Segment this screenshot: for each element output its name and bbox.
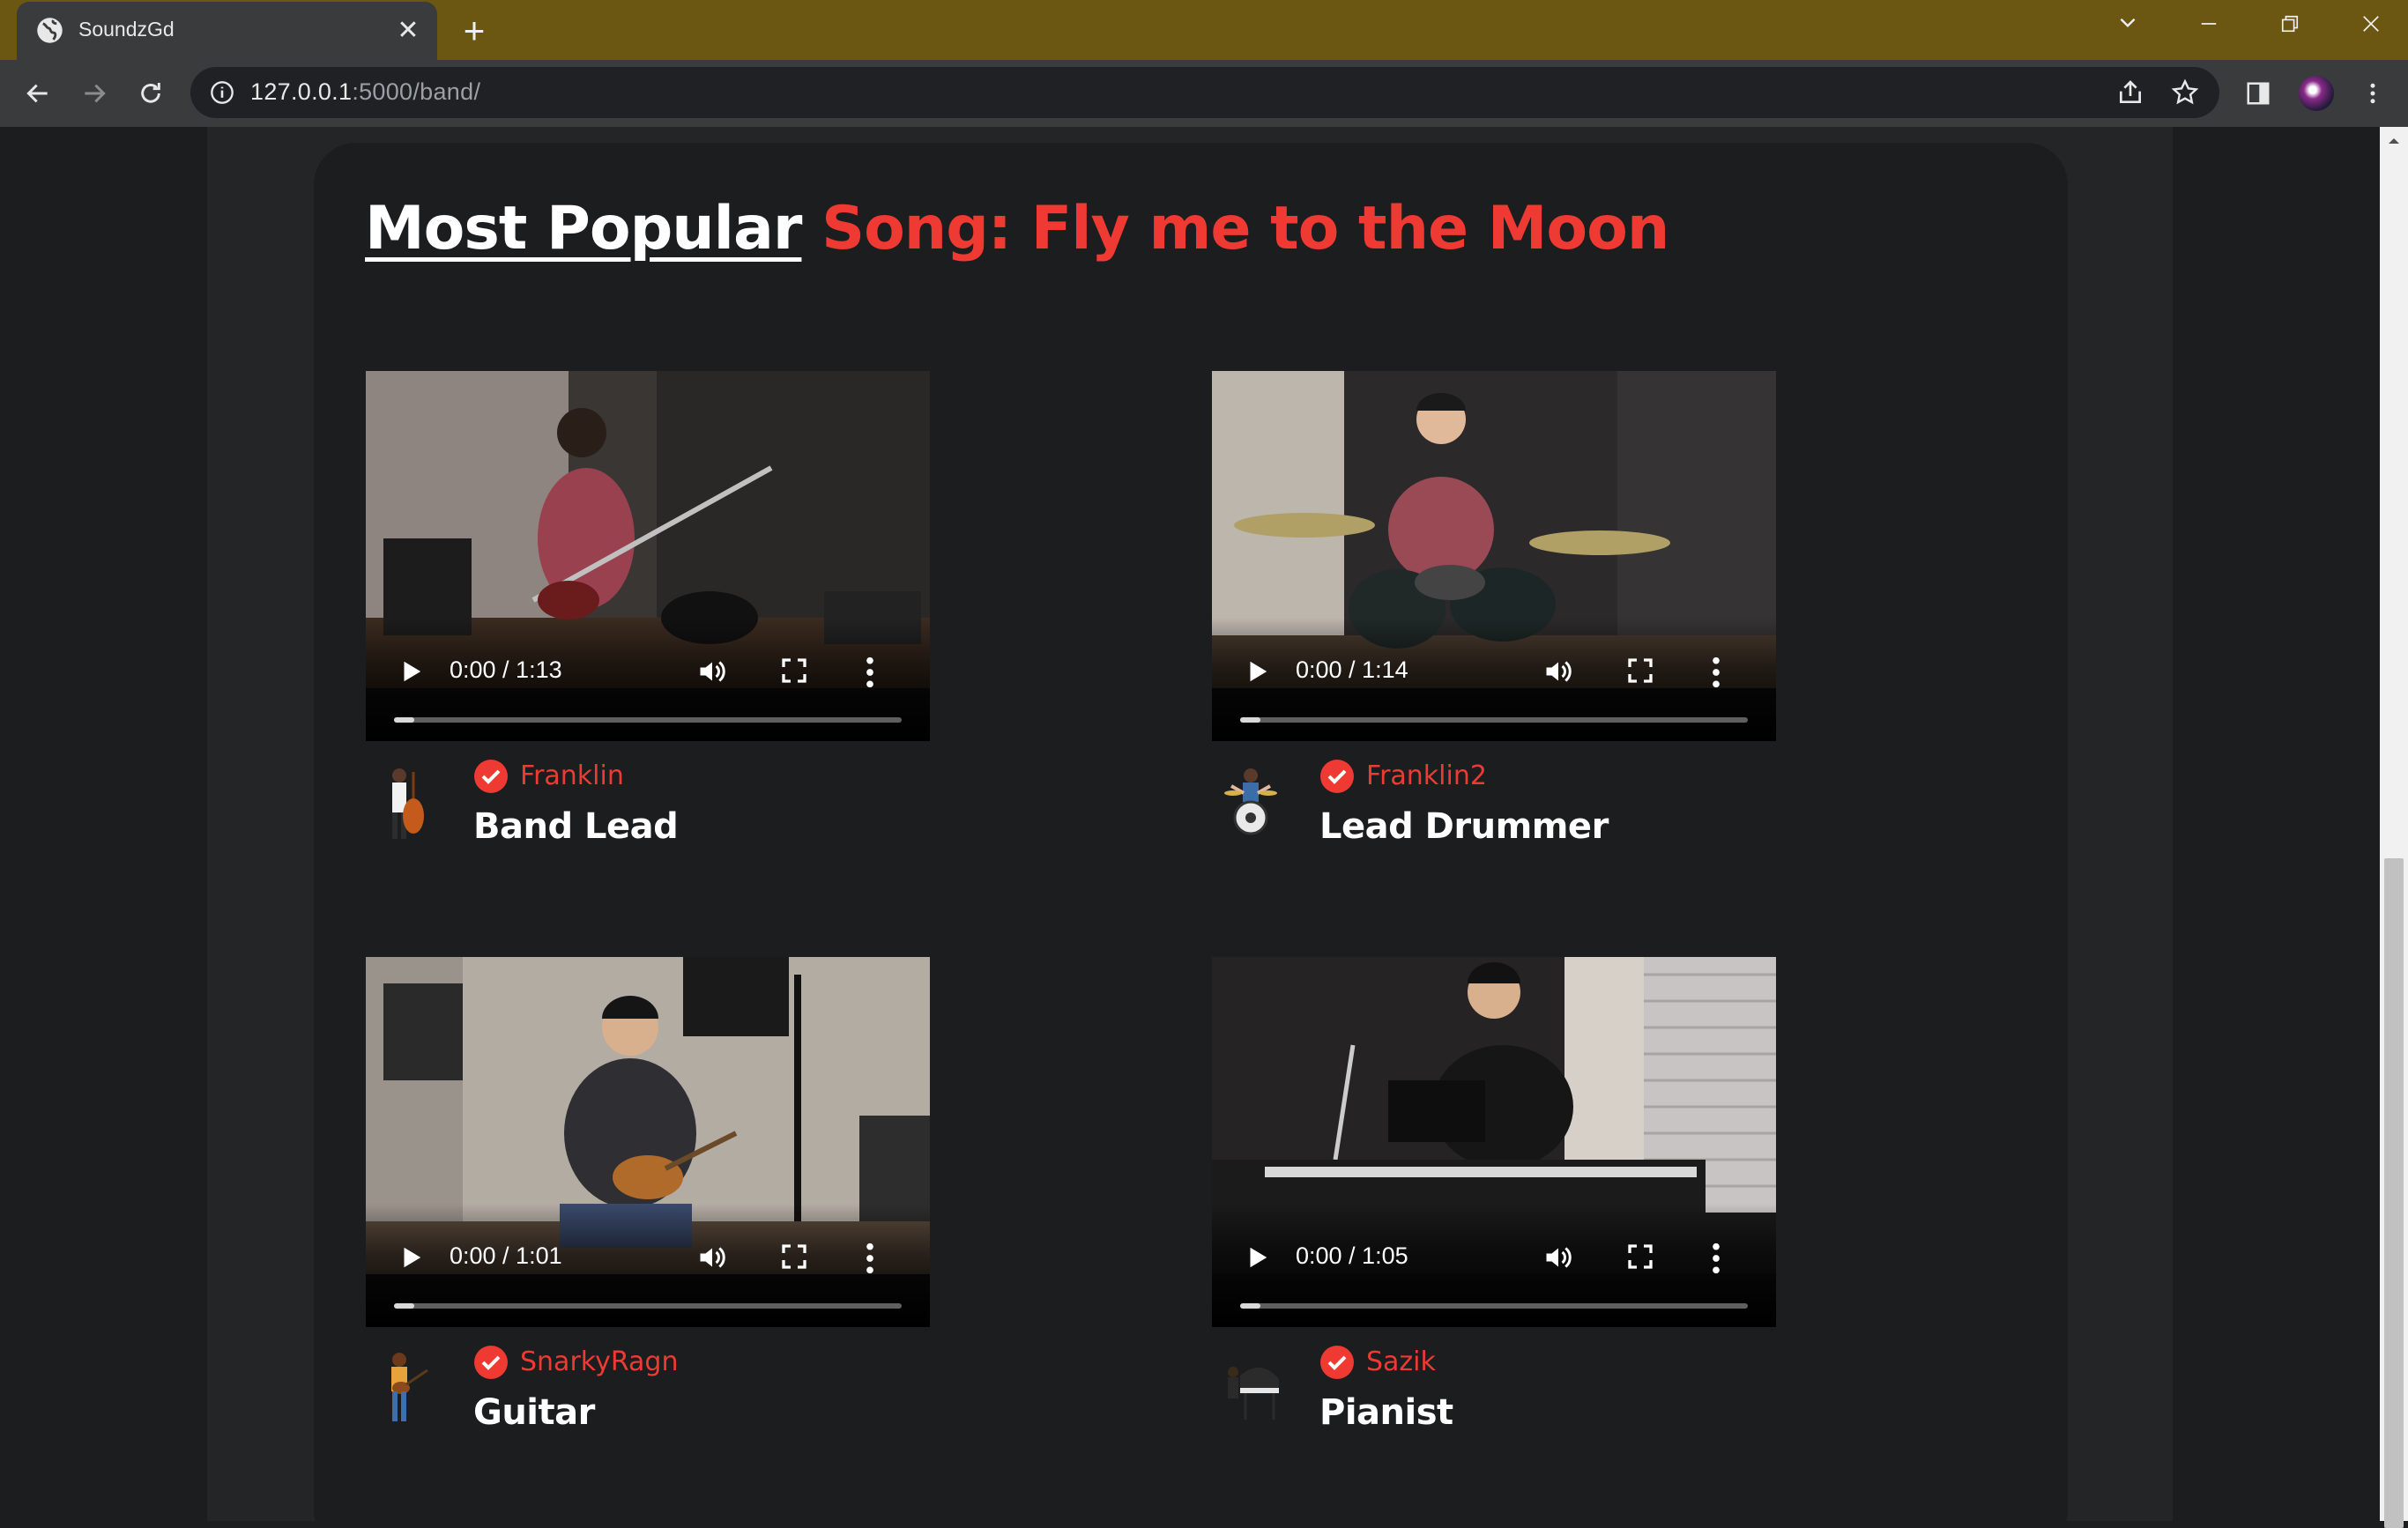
video-controls: 0:00 / 1:01 xyxy=(366,1204,930,1327)
new-tab-button[interactable]: + xyxy=(451,9,497,55)
scroll-thumb[interactable] xyxy=(2384,858,2404,1528)
video-player[interactable]: 0:00 / 1:05 xyxy=(1212,957,1776,1327)
verified-check-icon xyxy=(1320,760,1354,793)
fullscreen-icon[interactable] xyxy=(780,1242,808,1271)
member-role: Band Lead xyxy=(473,806,679,847)
volume-icon[interactable] xyxy=(696,1242,728,1273)
arrow-right-icon xyxy=(85,84,106,103)
url-text[interactable]: 127.0.0.1:5000/band/ xyxy=(250,78,480,106)
play-icon[interactable] xyxy=(398,658,424,685)
url-path: :5000/band/ xyxy=(352,78,481,105)
close-window-button[interactable] xyxy=(2330,0,2408,53)
video-time: 0:00 / 1:05 xyxy=(1296,1242,1408,1269)
profile-avatar[interactable] xyxy=(2293,70,2339,116)
double-bass-player-icon xyxy=(392,768,424,839)
side-panel-icon[interactable] xyxy=(2235,70,2281,116)
menu-kebab-icon[interactable] xyxy=(2350,70,2396,116)
heading-most-popular[interactable]: Most Popular xyxy=(365,194,802,263)
volume-icon[interactable] xyxy=(1542,1242,1574,1273)
progress-fill xyxy=(394,717,415,723)
video-progress-bar[interactable] xyxy=(394,1303,902,1309)
member-username[interactable]: Franklin2 xyxy=(1366,759,1487,794)
page-title: Most Popular Song: Fly me to the Moon xyxy=(365,194,1669,263)
progress-fill xyxy=(394,1303,415,1309)
page-scrollbar[interactable] xyxy=(2380,127,2408,1528)
fullscreen-icon[interactable] xyxy=(1626,656,1654,685)
scroll-up-arrow-icon[interactable] xyxy=(2387,134,2401,148)
video-player[interactable]: 0:00 / 1:14 xyxy=(1212,371,1776,741)
browser-titlebar: SoundzGd ✕ + xyxy=(0,0,2408,60)
bookmark-star-icon[interactable] xyxy=(2168,76,2202,109)
globe-icon xyxy=(37,18,63,43)
url-host: 127.0.0.1 xyxy=(250,78,353,105)
reload-button[interactable] xyxy=(128,70,174,116)
fullscreen-icon[interactable] xyxy=(780,656,808,685)
back-button[interactable] xyxy=(15,70,61,116)
share-icon[interactable] xyxy=(2114,76,2147,109)
guitarist-icon xyxy=(391,1353,428,1421)
info-icon[interactable] xyxy=(210,80,234,105)
address-bar[interactable]: 127.0.0.1:5000/band/ xyxy=(190,67,2219,118)
video-time: 0:00 / 1:13 xyxy=(450,656,562,683)
member-username[interactable]: Sazik xyxy=(1366,1345,1436,1380)
member-role: Guitar xyxy=(473,1392,595,1433)
video-time: 0:00 / 1:01 xyxy=(450,1242,562,1269)
more-options-icon[interactable] xyxy=(864,1241,876,1276)
minimize-button[interactable] xyxy=(2168,0,2249,53)
member-role: Lead Drummer xyxy=(1319,806,1609,847)
member-role: Pianist xyxy=(1319,1392,1453,1433)
video-player[interactable]: 0:00 / 1:13 xyxy=(366,371,930,741)
browser-toolbar: 127.0.0.1:5000/band/ xyxy=(0,60,2408,127)
video-progress-bar[interactable] xyxy=(1240,1303,1748,1309)
play-icon[interactable] xyxy=(398,1244,424,1271)
verified-check-icon xyxy=(1320,1346,1354,1379)
video-controls: 0:00 / 1:13 xyxy=(366,618,930,741)
drummer-icon xyxy=(1224,768,1277,835)
video-progress-bar[interactable] xyxy=(1240,717,1748,723)
member-tile: 0:00 / 1:13 Franklin Band Lead xyxy=(366,371,930,864)
tab-title: SoundzGd xyxy=(78,18,175,41)
restore-button[interactable] xyxy=(2249,0,2330,53)
verified-check-icon xyxy=(474,1346,508,1379)
browser-tab[interactable]: SoundzGd ✕ xyxy=(17,2,437,60)
fullscreen-icon[interactable] xyxy=(1626,1242,1654,1271)
member-username[interactable]: SnarkyRagn xyxy=(520,1345,678,1380)
progress-fill xyxy=(1240,717,1261,723)
member-username[interactable]: Franklin xyxy=(520,759,624,794)
tab-close-icon[interactable]: ✕ xyxy=(388,11,428,51)
video-controls: 0:00 / 1:14 xyxy=(1212,618,1776,741)
verified-check-icon xyxy=(474,760,508,793)
volume-icon[interactable] xyxy=(696,656,728,687)
more-options-icon[interactable] xyxy=(1710,1241,1722,1276)
member-tile: 0:00 / 1:14 Franklin2 Lead Drummer xyxy=(1212,371,1776,864)
video-controls: 0:00 / 1:05 xyxy=(1212,1204,1776,1327)
more-options-icon[interactable] xyxy=(1710,655,1722,690)
reload-icon xyxy=(141,83,160,103)
tab-search-icon[interactable] xyxy=(2087,0,2168,53)
video-time: 0:00 / 1:14 xyxy=(1296,656,1408,683)
play-icon[interactable] xyxy=(1244,1244,1270,1271)
video-progress-bar[interactable] xyxy=(394,717,902,723)
member-tile: 0:00 / 1:05 Sazik Pianist xyxy=(1212,957,1776,1450)
forward-button[interactable] xyxy=(71,70,117,116)
page-viewport: Most Popular Song: Fly me to the Moon 0:… xyxy=(0,127,2380,1521)
arrow-left-icon xyxy=(26,84,48,103)
heading-song: Song: Fly me to the Moon xyxy=(821,194,1669,263)
video-player[interactable]: 0:00 / 1:01 xyxy=(366,957,930,1327)
volume-icon[interactable] xyxy=(1542,656,1574,687)
more-options-icon[interactable] xyxy=(864,655,876,690)
progress-fill xyxy=(1240,1303,1261,1309)
play-icon[interactable] xyxy=(1244,658,1270,685)
member-tile: 0:00 / 1:01 SnarkyRagn Guitar xyxy=(366,957,930,1450)
pianist-icon xyxy=(1228,1367,1279,1420)
